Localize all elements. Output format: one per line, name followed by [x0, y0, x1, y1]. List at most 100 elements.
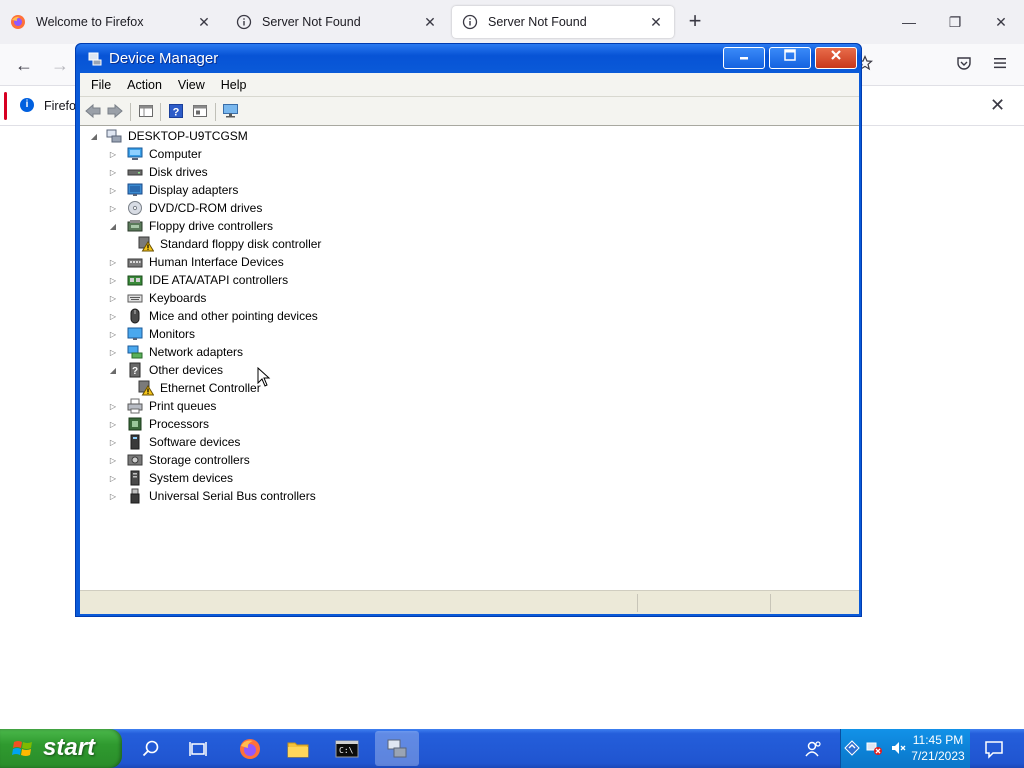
taskbar: start C:\ 11:45 PM 7/21/2023: [0, 729, 1024, 768]
tree-category-system-devices[interactable]: ▷ System devices: [107, 469, 233, 487]
scan-hardware-icon[interactable]: [221, 102, 241, 120]
tree-category-mice-and-other-pointing-devices[interactable]: ▷ Mice and other pointing devices: [107, 307, 318, 325]
tree-root[interactable]: ◢ DESKTOP-U9TCGSM: [88, 127, 248, 145]
forward-button[interactable]: →: [47, 52, 73, 78]
collapse-icon[interactable]: ◢: [88, 130, 100, 142]
tab-title: Server Not Found: [262, 15, 361, 29]
tree-category-disk-drives[interactable]: ▷ Disk drives: [107, 163, 208, 181]
close-icon[interactable]: ✕: [196, 14, 212, 30]
tree-category-keyboards[interactable]: ▷ Keyboards: [107, 289, 206, 307]
expand-icon[interactable]: ▷: [107, 292, 119, 304]
expand-icon[interactable]: ▷: [107, 490, 119, 502]
category-label: Keyboards: [149, 291, 207, 305]
tab-server-not-found-2[interactable]: Server Not Found ✕: [452, 6, 674, 38]
restore-window-button[interactable]: ❐: [941, 8, 969, 36]
close-icon[interactable]: ✕: [648, 14, 664, 30]
close-button[interactable]: [815, 47, 857, 69]
tree-device-standard-floppy-disk-controller[interactable]: Standard floppy disk controller: [138, 235, 321, 253]
menu-view[interactable]: View: [170, 78, 213, 92]
category-label: Mice and other pointing devices: [149, 309, 318, 323]
minimize-button[interactable]: [723, 47, 765, 69]
tree-category-monitors[interactable]: ▷ Monitors: [107, 325, 195, 343]
file-explorer-icon[interactable]: [276, 731, 320, 766]
printer-icon: [127, 398, 143, 414]
new-tab-button[interactable]: +: [683, 10, 707, 34]
back-icon[interactable]: [83, 102, 103, 120]
clock-time: 11:45 PM: [912, 733, 964, 747]
expand-icon[interactable]: ▷: [107, 472, 119, 484]
network-icon[interactable]: [844, 740, 860, 756]
window-title-bar[interactable]: Device Manager: [76, 44, 861, 73]
hamburger-menu-icon[interactable]: [987, 52, 1013, 78]
network-error-icon[interactable]: [866, 740, 882, 756]
firefox-icon[interactable]: [228, 731, 272, 766]
command-prompt-icon[interactable]: C:\: [325, 731, 369, 766]
expand-icon[interactable]: ▷: [107, 184, 119, 196]
close-notice-button[interactable]: ✕: [990, 95, 1005, 116]
properties-grid-icon[interactable]: [136, 102, 156, 120]
notification-center-icon[interactable]: [983, 738, 1005, 760]
back-button[interactable]: ←: [11, 52, 37, 78]
tab-server-not-found-1[interactable]: Server Not Found ✕: [226, 6, 448, 38]
menu-action[interactable]: Action: [119, 78, 170, 92]
expand-icon[interactable]: ▷: [107, 274, 119, 286]
category-label: Universal Serial Bus controllers: [149, 489, 316, 503]
pocket-icon[interactable]: [951, 52, 977, 78]
expand-icon[interactable]: ▷: [107, 418, 119, 430]
tree-category-software-devices[interactable]: ▷ Software devices: [107, 433, 240, 451]
warning-device-icon: [138, 380, 154, 396]
tree-category-dvd-cd-rom-drives[interactable]: ▷ DVD/CD-ROM drives: [107, 199, 262, 217]
hid-icon: [127, 254, 143, 270]
tree-category-computer[interactable]: ▷ Computer: [107, 145, 202, 163]
expand-icon[interactable]: ▷: [107, 328, 119, 340]
expand-icon[interactable]: ▷: [107, 436, 119, 448]
tree-category-other-devices[interactable]: ◢? Other devices: [107, 361, 223, 379]
forward-icon[interactable]: [105, 102, 125, 120]
expand-icon[interactable]: ▷: [107, 256, 119, 268]
expand-icon[interactable]: ▷: [107, 310, 119, 322]
window-title: Device Manager: [109, 50, 219, 67]
task-view-icon[interactable]: [176, 731, 220, 766]
tree-category-network-adapters[interactable]: ▷ Network adapters: [107, 343, 243, 361]
minimize-window-button[interactable]: —: [895, 8, 923, 36]
expand-icon[interactable]: ▷: [107, 148, 119, 160]
processor-icon: [127, 416, 143, 432]
tree-category-processors[interactable]: ▷ Processors: [107, 415, 209, 433]
tree-category-print-queues[interactable]: ▷ Print queues: [107, 397, 216, 415]
keyboard-icon: [127, 290, 143, 306]
tree-device-ethernet-controller[interactable]: Ethernet Controller: [138, 379, 261, 397]
tab-title: Server Not Found: [488, 15, 587, 29]
menu-help[interactable]: Help: [213, 78, 255, 92]
clock[interactable]: 11:45 PM 7/21/2023: [904, 732, 972, 764]
expand-icon[interactable]: ▷: [107, 166, 119, 178]
people-icon[interactable]: [792, 731, 836, 766]
details-pane-icon[interactable]: [190, 102, 210, 120]
collapse-icon[interactable]: ◢: [107, 220, 119, 232]
category-label: Monitors: [149, 327, 196, 341]
expand-icon[interactable]: ▷: [107, 346, 119, 358]
tree-category-ide-ata-atapi-controllers[interactable]: ▷ IDE ATA/ATAPI controllers: [107, 271, 288, 289]
device-manager-icon[interactable]: [375, 731, 419, 766]
toolbar-separator: [215, 103, 216, 121]
close-window-button[interactable]: ✕: [987, 8, 1015, 36]
help-icon[interactable]: ?: [166, 102, 186, 120]
expand-icon[interactable]: ▷: [107, 454, 119, 466]
tree-category-floppy-drive-controllers[interactable]: ◢ Floppy drive controllers: [107, 217, 273, 235]
tree-category-storage-controllers[interactable]: ▷ Storage controllers: [107, 451, 250, 469]
tree-category-human-interface-devices[interactable]: ▷ Human Interface Devices: [107, 253, 284, 271]
menu-file[interactable]: File: [83, 78, 119, 92]
maximize-button[interactable]: [769, 47, 811, 69]
status-cell: [637, 594, 770, 612]
search-icon[interactable]: [129, 731, 173, 766]
tab-welcome-to-firefox[interactable]: Welcome to Firefox ✕: [0, 6, 222, 38]
expand-icon[interactable]: ▷: [107, 400, 119, 412]
collapse-icon[interactable]: ◢: [107, 364, 119, 376]
disk-drive-icon: [127, 164, 143, 180]
tree-category-display-adapters[interactable]: ▷ Display adapters: [107, 181, 238, 199]
start-button[interactable]: start: [0, 729, 122, 768]
expand-icon[interactable]: ▷: [107, 202, 119, 214]
category-label: IDE ATA/ATAPI controllers: [149, 273, 289, 287]
close-icon[interactable]: ✕: [422, 14, 438, 30]
tree-category-universal-serial-bus-controllers[interactable]: ▷ Universal Serial Bus controllers: [107, 487, 316, 505]
device-label: Standard floppy disk controller: [160, 237, 322, 251]
